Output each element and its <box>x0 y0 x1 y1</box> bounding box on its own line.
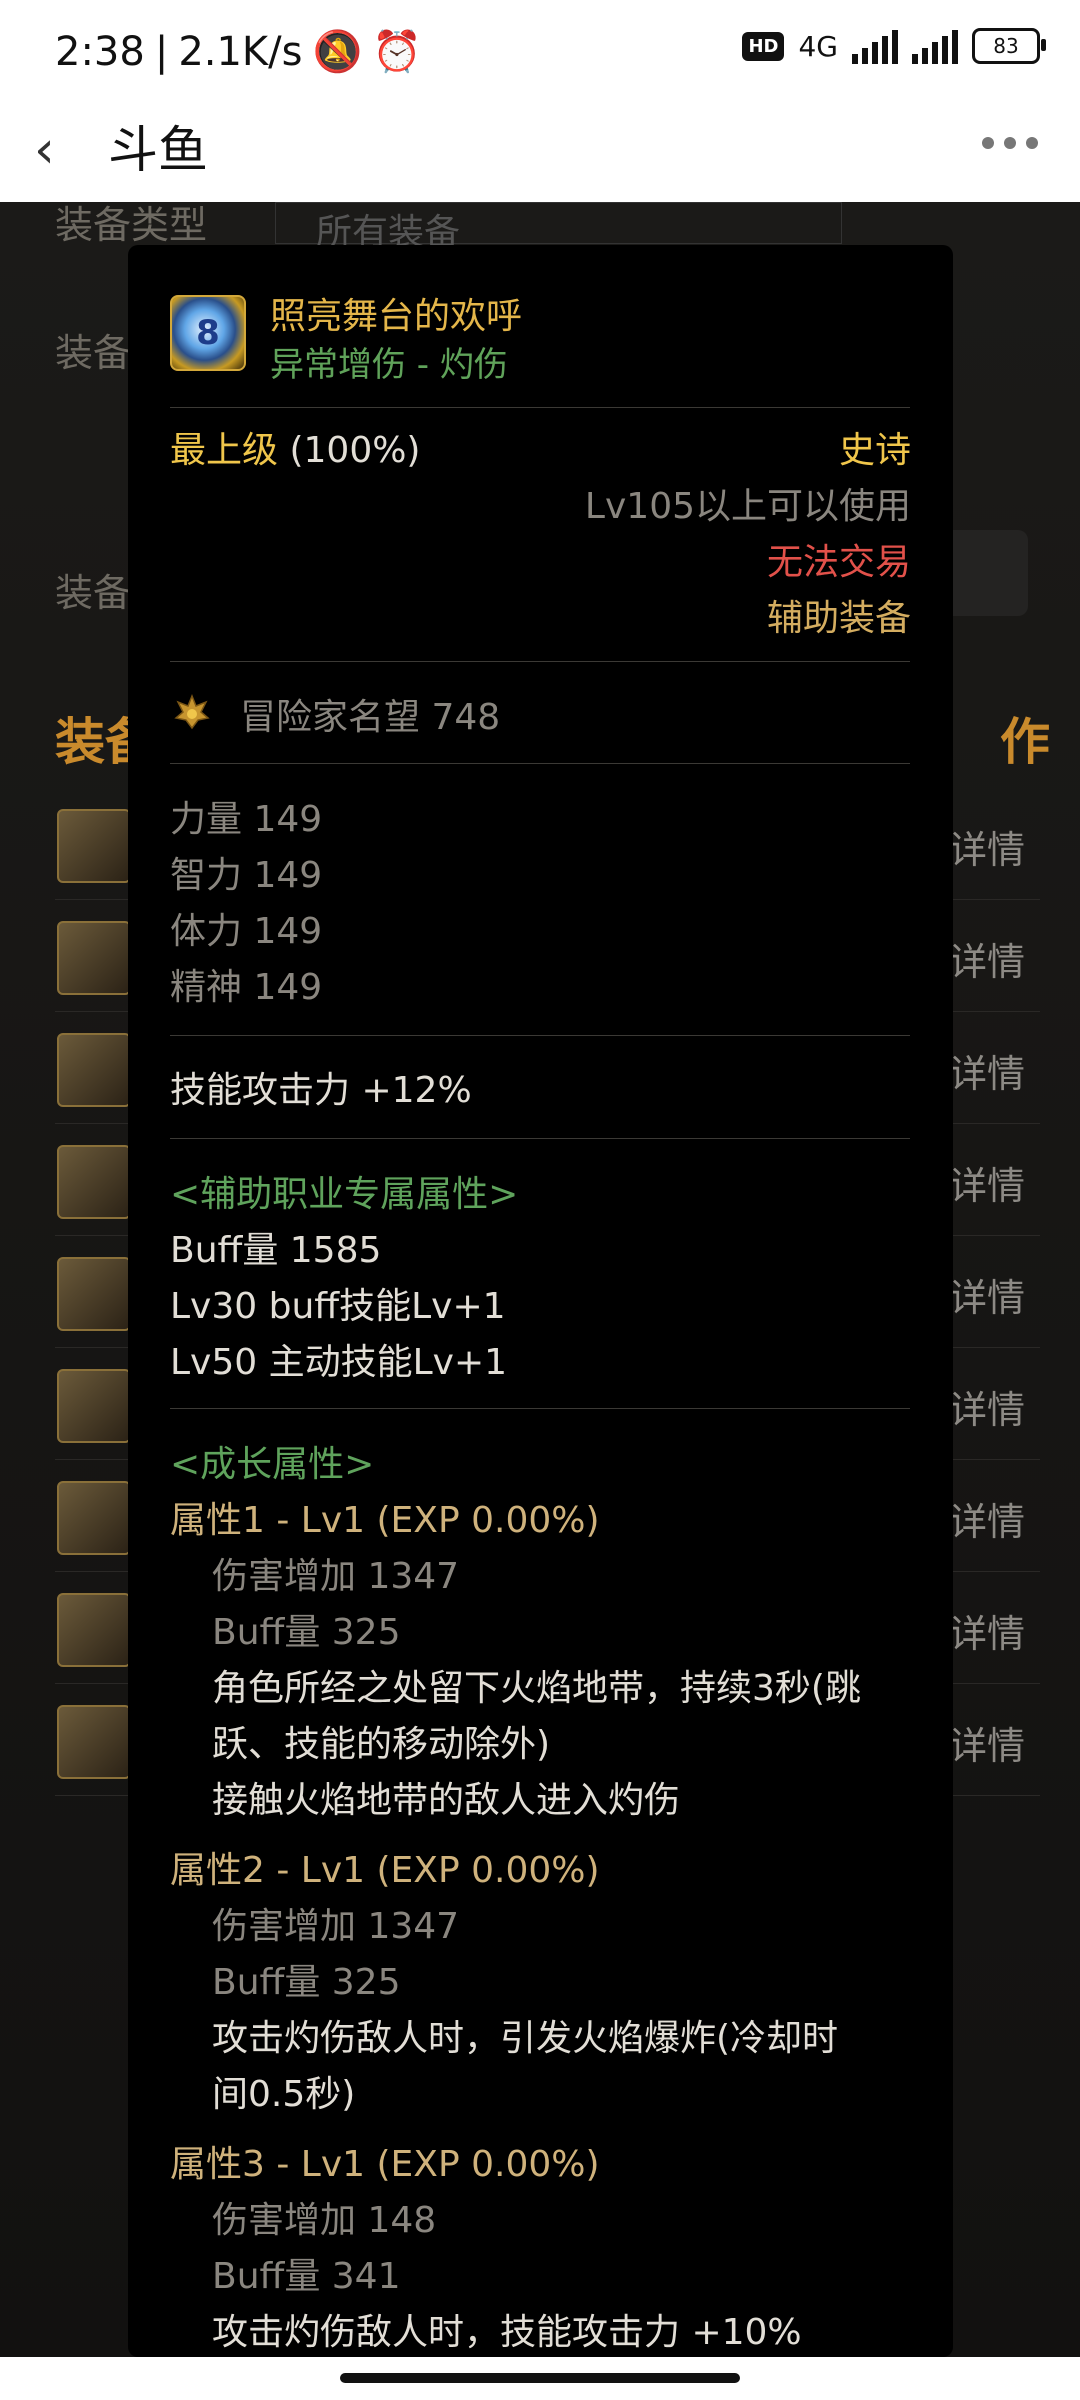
equip-type-select[interactable]: 所有装备 <box>275 202 842 253</box>
back-arrow-icon[interactable]: ‹ <box>34 120 74 180</box>
stat-value: 149 <box>253 799 323 840</box>
equip-thumb-icon <box>57 1705 131 1779</box>
home-indicator[interactable] <box>340 2373 740 2383</box>
growth-title: 属性2 - Lv1 (EXP 0.00%) <box>170 1850 600 1891</box>
divider <box>170 1138 910 1139</box>
detail-link[interactable]: 详情 <box>949 1267 1025 1322</box>
stat-name: 智力 <box>170 855 243 896</box>
detail-link[interactable]: 详情 <box>949 1715 1025 1770</box>
growth-header: <成长属性> <box>170 1444 375 1485</box>
stat-name: 精神 <box>170 967 243 1008</box>
growth-damage: 伤害增加 148 <box>212 2200 437 2241</box>
support-line: Lv50 主动技能Lv+1 <box>170 1342 508 1383</box>
item-name: 照亮舞台的欢呼 <box>270 296 523 337</box>
stat-spirit: 精神 149 <box>170 958 322 1010</box>
stat-vitality: 体力 149 <box>170 902 322 954</box>
skill-attack-value: +12% <box>361 1070 472 1111</box>
stat-name: 力量 <box>170 799 243 840</box>
stat-strength: 力量 149 <box>170 790 322 842</box>
status-bar: 2:38 | 2.1K/s 🔕 ⏰ HD 4G 83 <box>0 0 1080 100</box>
growth-desc: 接触火焰地带的敌人进入灼伤 <box>212 1780 681 1821</box>
divider <box>170 1035 910 1036</box>
skill-attack-label: 技能攻击力 <box>170 1070 351 1111</box>
app-title: 斗鱼 <box>108 121 208 179</box>
detail-link[interactable]: 详情 <box>949 1603 1025 1658</box>
battery-level: 83 <box>993 34 1019 58</box>
stat-name: 体力 <box>170 911 243 952</box>
grade-percent: (100%) <box>289 430 421 471</box>
divider <box>170 1408 910 1409</box>
mute-bell-icon: 🔕 <box>312 29 363 75</box>
detail-link[interactable]: 详情 <box>949 931 1025 986</box>
growth-desc: 攻击灼伤敌人时，引发火焰爆炸(冷却时 <box>212 2018 839 2059</box>
growth-desc: 角色所经之处留下火焰地带，持续3秒(跳 <box>212 1668 861 1709</box>
item-subtitle: 异常增伤 - 灼伤 <box>270 345 508 385</box>
growth-title: 属性3 - Lv1 (EXP 0.00%) <box>170 2144 600 2185</box>
status-time: 2:38 <box>55 29 145 75</box>
detail-link[interactable]: 详情 <box>949 1043 1025 1098</box>
network-speed: 2.1K/s <box>178 29 303 75</box>
growth-buff: Buff量 341 <box>212 2256 401 2297</box>
stat-value: 149 <box>253 911 323 952</box>
equip-thumb-icon <box>57 1033 131 1107</box>
growth-desc: 攻击灼伤敌人时，技能攻击力 +10% <box>212 2312 802 2353</box>
support-line: Lv30 buff技能Lv+1 <box>170 1286 506 1327</box>
detail-link[interactable]: 详情 <box>949 1491 1025 1546</box>
equip-thumb-icon <box>57 1369 131 1443</box>
growth-damage: 伤害增加 1347 <box>212 1906 460 1947</box>
network-type: 4G <box>798 29 838 63</box>
growth-buff: Buff量 325 <box>212 1612 401 1653</box>
alarm-icon: ⏰ <box>372 29 423 75</box>
equip-label-3: 装备 <box>55 571 132 615</box>
equip-thumb-icon <box>57 1593 131 1667</box>
equip-list-title-right: 作 <box>1000 713 1050 771</box>
support-header: <辅助职业专属属性> <box>170 1174 519 1215</box>
stat-intelligence: 智力 149 <box>170 846 322 898</box>
item-header: 8 照亮舞台的欢呼 异常增伤 - 灼伤 <box>170 295 910 405</box>
signal-icon-2 <box>912 28 958 64</box>
equip-thumb-icon <box>57 809 131 883</box>
fame-label: 冒险家名望 748 <box>240 697 501 738</box>
divider <box>170 407 910 408</box>
equip-thumb-icon <box>57 921 131 995</box>
item-grade: 最上级 (100%) <box>170 421 420 473</box>
growth-desc: 跃、技能的移动除外) <box>212 1724 551 1765</box>
equip-type-label: 装备类型 <box>55 203 208 247</box>
status-divider: | <box>154 29 169 75</box>
signal-icon <box>852 28 898 64</box>
grade-text: 最上级 <box>170 430 279 471</box>
equip-thumb-icon <box>57 1257 131 1331</box>
divider <box>170 763 910 764</box>
stat-value: 149 <box>253 967 323 1008</box>
hd-icon: HD <box>742 31 785 61</box>
item-rarity: 史诗 <box>838 430 911 471</box>
trade-status: 无法交易 <box>766 542 911 583</box>
skill-attack: 技能攻击力 +12% <box>170 1061 472 1113</box>
support-line: Buff量 1585 <box>170 1230 382 1271</box>
app-bar: ‹ 斗鱼 <box>0 100 1080 202</box>
equip-thumb-icon <box>57 1145 131 1219</box>
detail-link[interactable]: 详情 <box>949 1155 1025 1210</box>
detail-link[interactable]: 详情 <box>949 819 1025 874</box>
item-tooltip: 8 照亮舞台的欢呼 异常增伤 - 灼伤 最上级 (100%) 史诗 Lv105以… <box>128 245 953 2357</box>
detail-link[interactable]: 详情 <box>949 1379 1025 1434</box>
stat-value: 149 <box>253 855 323 896</box>
growth-desc: 间0.5秒) <box>212 2074 356 2115</box>
growth-title: 属性1 - Lv1 (EXP 0.00%) <box>170 1500 600 1541</box>
battery-icon: 83 <box>972 28 1046 64</box>
equip-label-2: 装备 <box>55 331 132 375</box>
fame-crest-icon <box>174 693 210 730</box>
level-requirement: Lv105以上可以使用 <box>584 486 911 527</box>
growth-buff: Buff量 325 <box>212 1962 401 2003</box>
growth-damage: 伤害增加 1347 <box>212 1556 460 1597</box>
item-icon: 8 <box>170 295 246 371</box>
equip-thumb-icon <box>57 1481 131 1555</box>
more-options-icon[interactable] <box>982 137 1038 149</box>
divider <box>170 661 910 662</box>
equip-slot: 辅助装备 <box>766 598 911 639</box>
